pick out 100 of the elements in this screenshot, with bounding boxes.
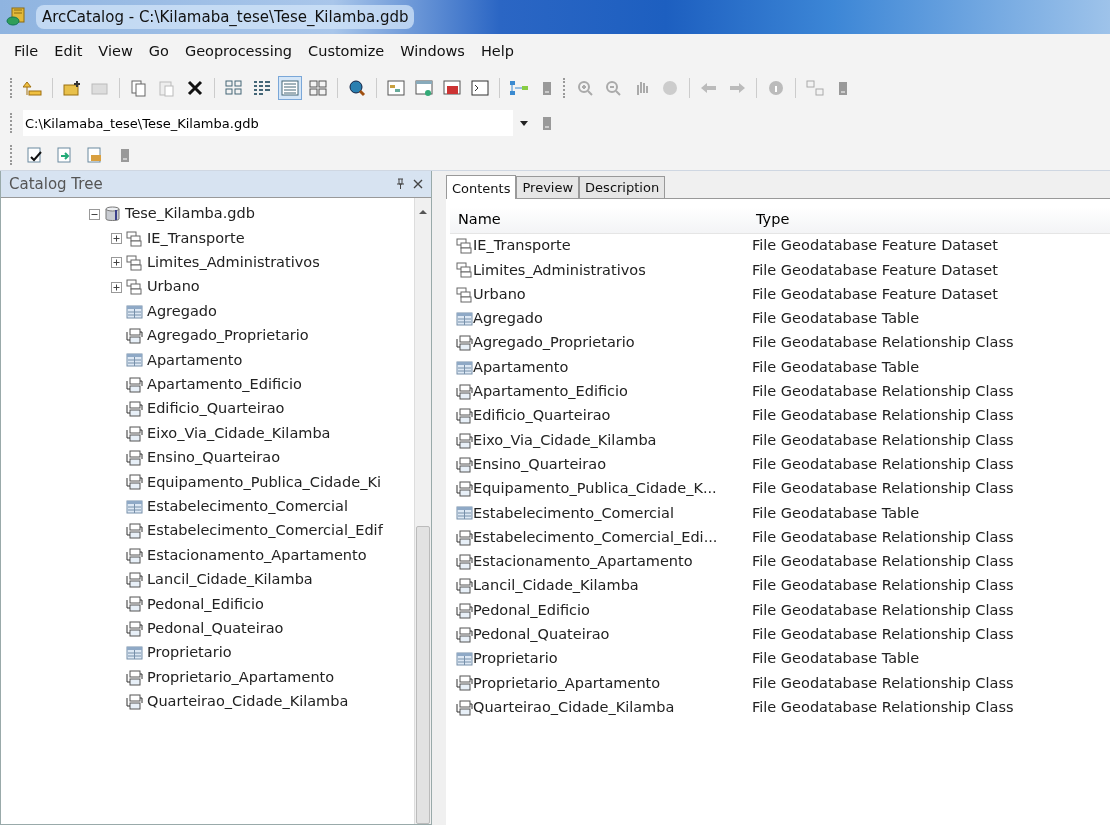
relationship-icon [456, 335, 473, 352]
relationship-icon [126, 620, 143, 637]
table-cell-text: File Geodatabase Relationship Class [751, 454, 1014, 474]
table-cell-text: File Geodatabase Relationship Class [751, 479, 1014, 499]
table-cell-text: Proprietario_Apartamento [473, 673, 661, 693]
table-cell-text: File Geodatabase Relationship Class [751, 552, 1014, 572]
collapse-toggle[interactable] [89, 208, 100, 220]
menu-item[interactable]: View [92, 39, 139, 65]
pin-icon[interactable] [396, 178, 405, 190]
relationship-icon [456, 529, 473, 546]
table-cell-text: File Geodatabase Relationship Class [751, 382, 1014, 402]
relationship-icon [126, 523, 143, 540]
tree-item[interactable]: Quarteirao_Cidade_Kilamba [147, 691, 349, 713]
relationship-icon [456, 699, 473, 716]
table-cell-text: File Geodatabase Table [751, 309, 920, 329]
table-cell-text: File Geodatabase Relationship Class [751, 625, 1014, 644]
relationship-icon [126, 669, 143, 686]
tree-item[interactable]: Lancil_Cidade_Kilamba [147, 569, 313, 591]
table-cell-text: File Geodatabase Relationship Class [751, 576, 1014, 596]
dataset-icon [456, 262, 473, 279]
relationship-icon [456, 554, 473, 570]
relationship-icon [456, 602, 473, 619]
tree-item[interactable]: Estabelecimento_Comercial [147, 495, 348, 518]
table-cell-text: File Geodatabase Relationship Class [751, 673, 1014, 693]
menu-item[interactable]: Windows [394, 39, 471, 65]
table-cell-text: Apartamento_Edificio [473, 382, 628, 402]
tree-item[interactable]: Agregado [147, 300, 217, 323]
relationship-icon [456, 675, 473, 692]
dataset-icon [126, 230, 143, 247]
table-icon [126, 645, 143, 662]
tree-item[interactable]: Estabelecimento_Comercial_Edif [147, 520, 383, 543]
expand-toggle[interactable] [111, 257, 122, 269]
menu-item[interactable]: Edit [48, 39, 89, 65]
expand-toggle[interactable] [111, 233, 122, 245]
tree-item[interactable]: Agregado_Proprietario [147, 325, 309, 347]
table-cell-text: File Geodatabase Table [751, 649, 920, 669]
relationship-icon [456, 456, 473, 473]
tree-item[interactable]: Apartamento [147, 349, 243, 372]
menu-item[interactable]: Geoprocessing [178, 39, 299, 65]
relationship-icon [456, 481, 473, 498]
relationship-icon [456, 578, 473, 595]
relationship-icon [456, 626, 473, 643]
dataset-icon [126, 279, 143, 296]
tree-item[interactable]: Urbano [147, 276, 200, 299]
database-icon [104, 206, 121, 223]
dataset-icon [126, 254, 143, 271]
tree-item[interactable]: Tese_Kilamba.gdb [125, 203, 255, 225]
relationship-icon [126, 693, 143, 710]
window-title: ArcCatalog - C:\Kilamaba_tese\Tese_Kilamba.gdb [36, 4, 415, 30]
relationship-icon [456, 432, 473, 449]
tree-item[interactable]: Equipamento_Publica_Cidade_Ki [147, 471, 381, 494]
table-icon [126, 498, 143, 515]
menu-item[interactable]: Go [142, 39, 175, 65]
expand-toggle[interactable] [111, 281, 122, 293]
tree-item[interactable]: Estacionamento_Apartamento [147, 544, 367, 567]
scrollbar[interactable] [414, 197, 431, 824]
relationship-icon [126, 425, 143, 442]
tree-item[interactable]: Eixo_Via_Cidade_Kilamba [147, 422, 331, 445]
menu-item[interactable]: Customize [302, 39, 391, 65]
table-cell-text: Apartamento [473, 357, 569, 377]
tree-item[interactable]: Ensino_Quarteirao [147, 447, 281, 469]
panel-title: Catalog Tree [9, 173, 103, 195]
menu-item[interactable]: Help [474, 39, 520, 65]
table-cell-text: File Geodatabase Relationship Class [751, 600, 1014, 620]
table-cell-text: Estabelecimento_Comercial [473, 503, 674, 523]
column-header[interactable]: Name [450, 207, 748, 233]
relationship-icon [126, 328, 143, 345]
table-cell-text: File Geodatabase Relationship Class [751, 333, 1014, 353]
table-cell-text: Agregado_Proprietario [473, 333, 635, 353]
tab[interactable]: Description [579, 175, 666, 198]
tree-item[interactable]: Pedonal_Quateirao [147, 617, 284, 640]
table-cell-text: Eixo_Via_Cidade_Kilamba [473, 430, 657, 450]
tab[interactable]: Preview [516, 175, 580, 198]
tree-item[interactable]: Pedonal_Edificio [147, 593, 264, 616]
close-icon[interactable] [413, 178, 423, 189]
dataset-icon [456, 238, 473, 255]
table-cell-text: Lancil_Cidade_Kilamba [473, 576, 639, 596]
tab[interactable]: Contents [446, 174, 517, 199]
tree-item[interactable]: Proprietario_Apartamento [147, 666, 335, 689]
details-view-icon[interactable] [278, 76, 302, 100]
table-cell-text: File Geodatabase Feature Dataset [751, 284, 998, 304]
tree-item[interactable]: Edificio_Quarteirao [147, 398, 285, 421]
tree-item[interactable]: Apartamento_Edificio [147, 374, 302, 396]
table-cell-text: File Geodatabase Feature Dataset [751, 260, 998, 280]
table-cell-text: File Geodatabase Relationship Class [751, 527, 1014, 547]
relationship-icon [126, 401, 143, 418]
dropdown-arrow-icon[interactable] [519, 119, 529, 127]
table-cell-text: Edificio_Quarteirao [473, 406, 611, 426]
menu-item[interactable]: File [8, 39, 45, 65]
table-icon [126, 303, 143, 320]
table-icon [456, 651, 473, 668]
table-cell-text: Pedonal_Edificio [473, 600, 590, 620]
tree-item[interactable]: Limites_Administrativos [147, 252, 320, 274]
tree-item[interactable]: Proprietario [147, 642, 232, 665]
table-cell-text: File Geodatabase Feature Dataset [751, 236, 998, 256]
tree-item[interactable]: IE_Transporte [147, 227, 245, 250]
column-header[interactable]: Type [748, 207, 1110, 233]
location-field[interactable]: C:\Kilamaba_tese\Tese_Kilamba.gdb [23, 110, 513, 136]
app-icon [6, 7, 28, 27]
scroll-up-arrow-icon[interactable] [418, 207, 428, 216]
